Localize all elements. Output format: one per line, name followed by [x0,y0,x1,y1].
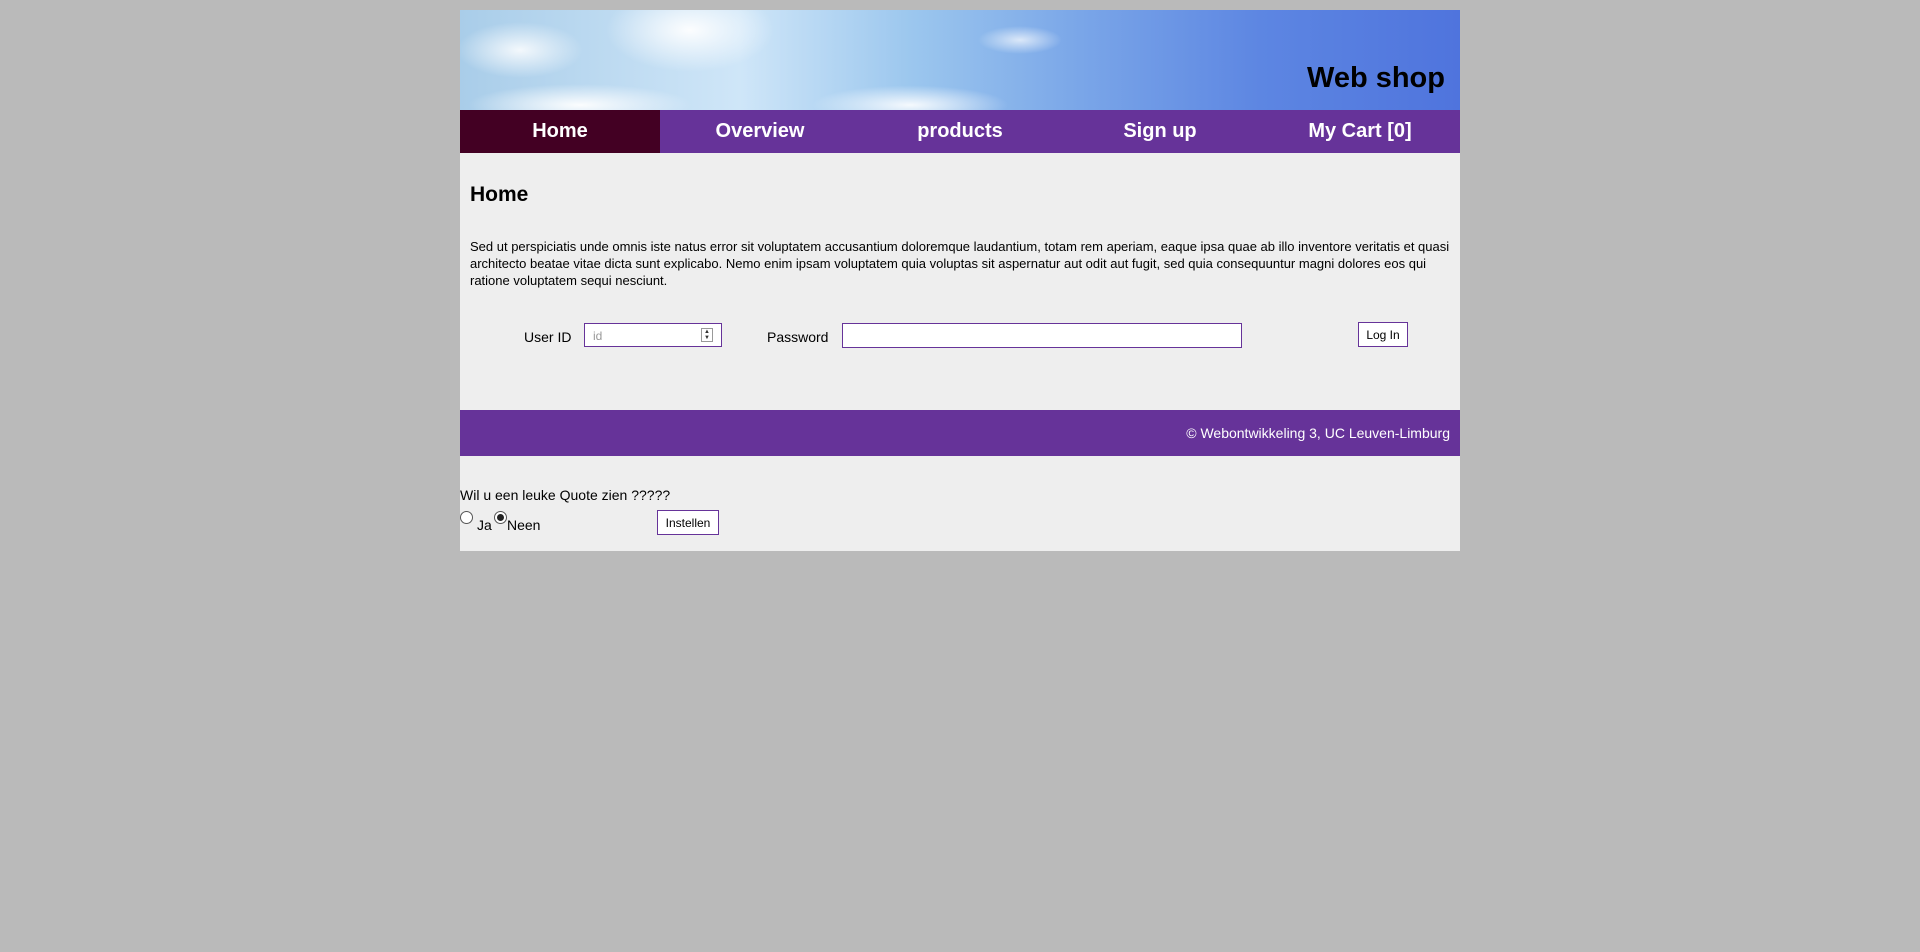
radio-label-ja: Ja [477,517,492,533]
site-title: Web shop [1306,62,1445,94]
page-title: Home [470,183,529,206]
nav-item-label: Overview [715,120,805,142]
password-input[interactable] [842,323,1242,348]
userid-field: ▲▼ [584,323,722,347]
intro-text: Sed ut perspiciatis unde omnis iste natu… [470,239,1450,288]
nav-item-label: Sign up [1123,120,1197,142]
footer: © Webontwikkeling 3, UC Leuven-Limburg [460,410,1460,456]
instellen-button[interactable]: Instellen [657,510,719,535]
radio-ja[interactable] [460,511,473,524]
page-container: Web shop Home Overview products Sign up … [460,10,1460,551]
nav-item-home[interactable]: Home [460,110,660,153]
main-nav: Home Overview products Sign up My Cart [… [460,110,1460,153]
spin-stepper-icon[interactable]: ▲ ▼ [701,328,713,342]
nav-item-label: products [917,120,1003,142]
main-content: Home Sed ut perspiciatis unde omnis iste… [460,153,1460,410]
nav-item-sign-up[interactable]: Sign up [1060,110,1260,153]
nav-item-my-cart[interactable]: My Cart [0] [1260,110,1460,153]
quote-form: Wil u een leuke Quote zien ????? Ja Neen… [460,456,1460,551]
nav-item-label: My Cart [0] [1308,120,1412,142]
header-banner: Web shop [460,10,1460,110]
nav-item-label: Home [532,120,588,142]
userid-label: User ID [524,329,572,345]
password-label: Password [767,329,829,345]
radio-neen[interactable] [494,511,507,524]
radio-label-neen: Neen [507,517,541,533]
userid-input[interactable] [591,325,695,347]
nav-item-products[interactable]: products [860,110,1060,153]
login-button[interactable]: Log In [1358,322,1408,347]
nav-item-overview[interactable]: Overview [660,110,860,153]
quote-question: Wil u een leuke Quote zien ????? [460,487,671,503]
footer-copyright: © Webontwikkeling 3, UC Leuven-Limburg [1186,425,1450,441]
